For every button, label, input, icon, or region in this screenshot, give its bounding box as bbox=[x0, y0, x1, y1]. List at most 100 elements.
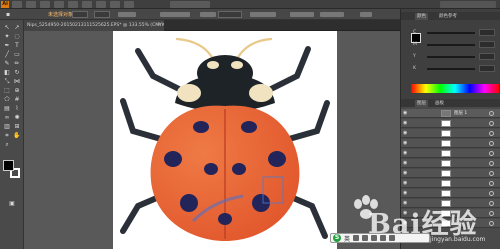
layer-row[interactable]: ◉ bbox=[401, 159, 500, 168]
layer-row[interactable]: ◉ bbox=[401, 119, 500, 128]
line-tool-icon[interactable]: ╱ bbox=[3, 51, 11, 58]
layer-target-icon[interactable] bbox=[489, 111, 494, 116]
layer-row[interactable]: ◉ bbox=[401, 139, 500, 148]
lasso-tool-icon[interactable]: ◌ bbox=[13, 33, 21, 40]
paintbrush-tool-icon[interactable]: ✎ bbox=[3, 60, 11, 67]
layer-row[interactable]: ◉ bbox=[401, 149, 500, 158]
magenta-slider[interactable]: M bbox=[413, 41, 499, 48]
tab-color[interactable]: 颜色 bbox=[415, 13, 428, 20]
layer-target-icon[interactable] bbox=[489, 121, 494, 126]
arrange-documents-button[interactable] bbox=[360, 12, 372, 17]
watermark-url: jingyan.baidu.com bbox=[430, 236, 486, 243]
fill-swatch[interactable] bbox=[3, 160, 14, 171]
visibility-eye-icon[interactable]: ◉ bbox=[403, 120, 407, 126]
sogou-logo-icon: S bbox=[333, 234, 341, 242]
workspace-switcher[interactable] bbox=[440, 1, 496, 8]
mesh-tool-icon[interactable]: # bbox=[13, 96, 21, 103]
visibility-eye-icon[interactable]: ◉ bbox=[403, 170, 407, 176]
visibility-eye-icon[interactable]: ◉ bbox=[403, 110, 407, 116]
menu-item-file[interactable] bbox=[12, 1, 22, 8]
blend-tool-icon[interactable]: ∞ bbox=[3, 114, 11, 121]
menu-item-object[interactable] bbox=[40, 1, 50, 8]
visibility-eye-icon[interactable]: ◉ bbox=[403, 140, 407, 146]
direct-selection-tool-icon[interactable]: ↗ bbox=[13, 24, 21, 31]
visibility-eye-icon[interactable]: ◉ bbox=[403, 160, 407, 166]
menu-item-type[interactable] bbox=[54, 1, 64, 8]
slice-tool-icon[interactable]: ⌗ bbox=[3, 132, 11, 139]
menu-item-select[interactable] bbox=[68, 1, 78, 8]
layer-thumbnail bbox=[441, 130, 451, 137]
color-panel-tabs: 颜色 颜色参考 bbox=[401, 12, 500, 20]
zoom-tool-icon[interactable]: ⌕ bbox=[3, 141, 11, 148]
perspective-tool-icon[interactable]: ⬠ bbox=[3, 96, 11, 103]
eyedropper-tool-icon[interactable]: ⌇ bbox=[13, 105, 21, 112]
pen-tool-icon[interactable]: ✒ bbox=[3, 42, 11, 49]
bridge-button[interactable] bbox=[170, 1, 210, 8]
layer-target-icon[interactable] bbox=[489, 131, 494, 136]
pencil-tool-icon[interactable]: ✏ bbox=[13, 60, 21, 67]
stroke-weight-field[interactable] bbox=[118, 12, 136, 17]
layer-target-icon[interactable] bbox=[489, 181, 494, 186]
menu-item-window[interactable] bbox=[110, 1, 120, 8]
visibility-eye-icon[interactable]: ◉ bbox=[403, 130, 407, 136]
layer-thumbnail bbox=[441, 180, 451, 187]
menu-item-effect[interactable] bbox=[82, 1, 92, 8]
gradient-tool-icon[interactable]: ▤ bbox=[3, 105, 11, 112]
symbol-sprayer-tool-icon[interactable]: ✺ bbox=[13, 114, 21, 121]
type-tool-icon[interactable]: T bbox=[13, 42, 21, 49]
layer-target-icon[interactable] bbox=[489, 141, 494, 146]
layer-row[interactable]: ◉ bbox=[401, 169, 500, 178]
layer-row[interactable]: ◉ bbox=[401, 129, 500, 138]
graph-tool-icon[interactable]: ▥ bbox=[3, 123, 11, 130]
brush-dropdown[interactable] bbox=[160, 12, 190, 17]
input-method-bar[interactable]: S 英 bbox=[330, 233, 430, 243]
tab-layers[interactable]: 图层 bbox=[415, 100, 428, 107]
layer-target-icon[interactable] bbox=[489, 161, 494, 166]
menu-item-help[interactable] bbox=[124, 1, 134, 8]
ime-keyboard-icon[interactable] bbox=[380, 235, 387, 241]
menu-item-edit[interactable] bbox=[26, 1, 36, 8]
free-transform-tool-icon[interactable]: ⬚ bbox=[3, 87, 11, 94]
tab-artboards[interactable]: 画板 bbox=[433, 100, 446, 107]
document-setup-button[interactable] bbox=[290, 12, 314, 17]
shape-builder-tool-icon[interactable]: ⊕ bbox=[13, 87, 21, 94]
style-dropdown[interactable] bbox=[250, 12, 276, 17]
visibility-eye-icon[interactable]: ◉ bbox=[403, 180, 407, 186]
visibility-eye-icon[interactable]: ◉ bbox=[403, 150, 407, 156]
preferences-button[interactable] bbox=[320, 12, 344, 17]
ime-punctuation-icon[interactable] bbox=[353, 235, 360, 241]
ime-emoji-icon[interactable] bbox=[362, 235, 369, 241]
cyan-slider[interactable]: C bbox=[413, 29, 499, 36]
hand-tool-icon[interactable]: ✋ bbox=[13, 132, 21, 139]
menu-item-view[interactable] bbox=[96, 1, 106, 8]
tab-color-guide[interactable]: 颜色参考 bbox=[437, 13, 459, 20]
layer-name[interactable]: 图层 1 bbox=[454, 110, 467, 116]
layer-row[interactable]: ◉ bbox=[401, 179, 500, 188]
ime-skin-icon[interactable] bbox=[389, 235, 396, 241]
ladybug-head-marking-left bbox=[207, 61, 219, 69]
screen-mode-icon[interactable]: ▣ bbox=[8, 200, 16, 207]
color-spectrum-bar[interactable] bbox=[411, 84, 499, 93]
layer-target-icon[interactable] bbox=[489, 151, 494, 156]
artboard-tool-icon[interactable]: ⊞ bbox=[13, 123, 21, 130]
ime-mode-label[interactable]: 英 bbox=[344, 234, 350, 243]
selection-tool-icon[interactable]: ↖ bbox=[3, 24, 11, 31]
stroke-swatch-dropdown[interactable] bbox=[94, 11, 110, 18]
eraser-tool-icon[interactable]: ◧ bbox=[3, 69, 11, 76]
close-icon[interactable]: × bbox=[157, 20, 161, 31]
yellow-slider[interactable]: Y bbox=[413, 53, 499, 60]
menu-bar: Ai bbox=[0, 0, 500, 9]
ime-voice-icon[interactable] bbox=[371, 235, 378, 241]
layer-target-icon[interactable] bbox=[489, 171, 494, 176]
scale-tool-icon[interactable]: ⤡ bbox=[3, 78, 11, 85]
black-slider[interactable]: K bbox=[413, 65, 499, 72]
layer-thumbnail bbox=[441, 160, 451, 167]
document-tab[interactable]: Nips_5254950-20150213111525625.EPS* @ 13… bbox=[24, 20, 164, 31]
rectangle-tool-icon[interactable]: ▭ bbox=[13, 51, 21, 58]
magic-wand-tool-icon[interactable]: ✦ bbox=[3, 33, 11, 40]
layer-row-top[interactable]: ◉ 图层 1 bbox=[401, 109, 500, 118]
rotate-tool-icon[interactable]: ↻ bbox=[13, 69, 21, 76]
opacity-field[interactable] bbox=[218, 11, 242, 18]
fill-swatch-dropdown[interactable] bbox=[72, 11, 88, 18]
width-tool-icon[interactable]: ⋈ bbox=[13, 78, 21, 85]
